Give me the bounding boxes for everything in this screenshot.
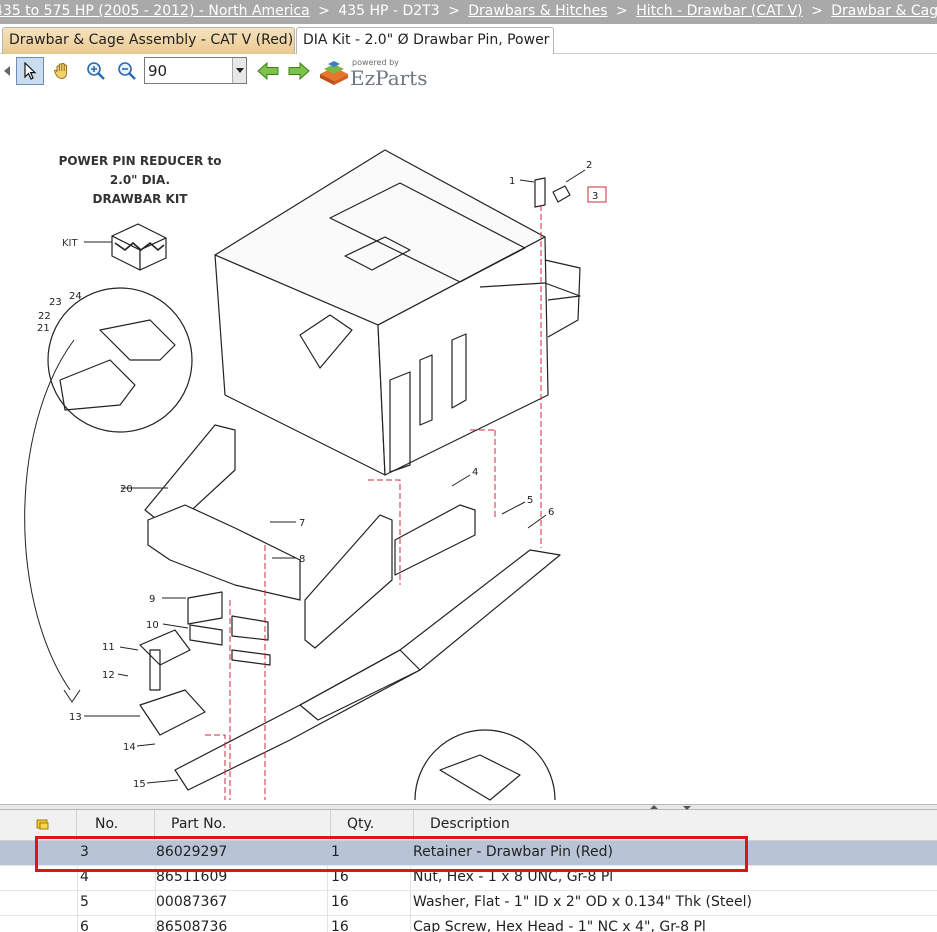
breadcrumb-separator: > [811, 3, 823, 19]
breadcrumb-separator: > [448, 3, 460, 19]
breadcrumb-separator: > [318, 3, 330, 19]
parts-diagram[interactable]: POWER PIN REDUCER to 2.0" DIA. DRAWBAR K… [0, 90, 937, 804]
callout-14: 14 [123, 742, 136, 753]
tab-bar: Drawbar & Cage Assembly - CAT V (Red) DI… [0, 24, 937, 54]
arrow-right-icon [288, 62, 310, 80]
kit-title-line-3: DRAWBAR KIT [93, 192, 189, 206]
zoom-in-icon [87, 62, 105, 80]
arrow-left-icon [257, 62, 279, 80]
zoom-out-icon [118, 62, 136, 80]
tab-dia-kit[interactable]: DIA Kit - 2.0" Ø Drawbar Pin, Power [296, 27, 554, 54]
callout-20: 20 [120, 484, 133, 495]
forward-button[interactable] [285, 57, 313, 85]
breadcrumb-item-model: 435 HP - D2T3 [338, 3, 440, 19]
row-part-no: 00087367 [156, 894, 228, 910]
toolbar: 90 [0, 54, 937, 90]
callout-13: 13 [69, 712, 82, 723]
callout-15: 15 [133, 779, 146, 790]
callout-10: 10 [146, 620, 159, 631]
logo-brand-name: EzParts [350, 66, 428, 90]
table-row[interactable]: 5 00087367 16 Washer, Flat - 1" ID x 2" … [0, 891, 937, 916]
callout-6: 6 [548, 507, 554, 518]
breadcrumb-separator: > [616, 3, 628, 19]
callout-1: 1 [509, 176, 515, 187]
breadcrumb-link-drawbars-hitches[interactable]: Drawbars & Hitches [468, 3, 607, 19]
callout-5: 5 [527, 495, 533, 506]
callout-24: 24 [69, 291, 82, 302]
chevron-down-icon[interactable] [232, 58, 246, 83]
scroll-left-icon[interactable] [4, 66, 10, 76]
zoom-in-button[interactable] [82, 57, 110, 85]
selected-row-highlight [35, 836, 748, 872]
kit-label: KIT [62, 238, 79, 249]
row-qty: 16 [331, 919, 349, 932]
callout-23: 23 [49, 297, 62, 308]
kit-title-line-2: 2.0" DIA. [110, 173, 170, 187]
ezparts-logo-icon [320, 61, 348, 85]
zoom-level-value: 90 [148, 62, 168, 80]
breadcrumb: 435 to 575 HP (2005 - 2012) - North Amer… [0, 0, 937, 24]
table-row[interactable]: 6 86508736 16 Cap Screw, Hex Head - 1" N… [0, 916, 937, 932]
callout-2: 2 [586, 160, 592, 171]
row-description: Washer, Flat - 1" ID x 2" OD x 0.134" Th… [413, 894, 752, 910]
breadcrumb-link-model-range[interactable]: 435 to 575 HP (2005 - 2012) - North Amer… [0, 3, 310, 19]
callout-11: 11 [102, 642, 115, 653]
callout-8: 8 [299, 554, 305, 565]
pan-button[interactable] [48, 57, 76, 85]
back-button[interactable] [254, 57, 282, 85]
pointer-icon [24, 62, 37, 80]
collapse-up-icon[interactable] [650, 805, 658, 809]
kit-title-line-1: POWER PIN REDUCER to [59, 154, 222, 168]
row-qty: 16 [331, 894, 349, 910]
hand-icon [54, 62, 68, 79]
select-pointer-button[interactable] [16, 57, 44, 85]
callout-12: 12 [102, 670, 115, 681]
row-no: 5 [80, 894, 89, 910]
callout-4: 4 [472, 467, 478, 478]
breadcrumb-link-hitch-drawbar[interactable]: Hitch - Drawbar (CAT V) [636, 3, 802, 19]
breadcrumb-link-drawbar-cage[interactable]: Drawbar & Cage Assembly - CAT V (Red) [831, 3, 937, 19]
callout-7: 7 [299, 518, 305, 529]
row-description: Cap Screw, Hex Head - 1" NC x 4", Gr-8 P… [413, 919, 706, 932]
exploded-view-drawing: POWER PIN REDUCER to 2.0" DIA. DRAWBAR K… [24, 149, 607, 801]
callout-22: 22 [38, 311, 51, 322]
zoom-out-button[interactable] [113, 57, 141, 85]
tab-drawbar-cage-assembly[interactable]: Drawbar & Cage Assembly - CAT V (Red) [2, 27, 295, 54]
row-no: 6 [80, 919, 89, 932]
ezparts-logo: powered by EzParts [318, 58, 428, 90]
zoom-level-select[interactable]: 90 [144, 57, 247, 84]
callout-3: 3 [592, 191, 598, 202]
row-part-no: 86508736 [156, 919, 228, 932]
callout-21: 21 [37, 323, 50, 334]
cart-icon [36, 819, 49, 830]
callout-9: 9 [149, 594, 155, 605]
